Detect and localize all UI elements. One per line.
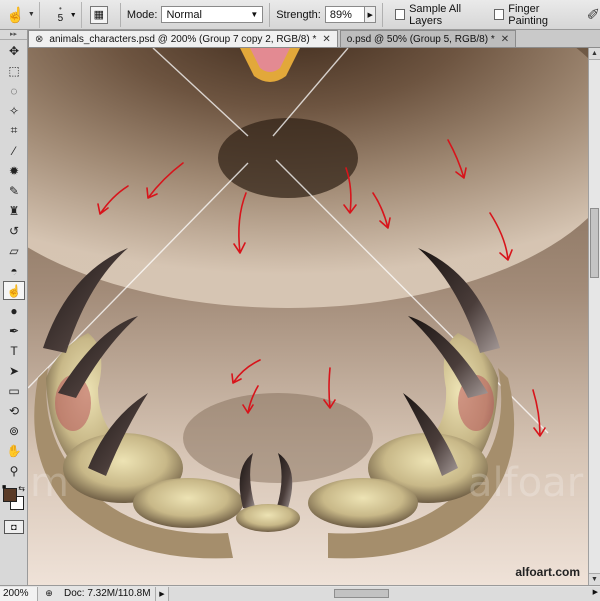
divider [269,2,271,27]
sample-all-layers-checkbox[interactable]: Sample All Layers [395,3,488,27]
close-icon[interactable]: ✕ [501,34,509,45]
watermark-right: alfoar [468,460,584,506]
brush-panel-icon: ▦ [93,9,105,21]
lower-fur-shadow [183,393,373,483]
smudge-finger-icon: ☝ [6,6,25,24]
strength-slider-toggle[interactable]: ▶ [365,6,377,23]
tab-label: o.psd @ 50% (Group 5, RGB/8) * [346,33,495,45]
fur-shadow [218,118,358,198]
status-menu-arrow-icon[interactable]: ▶ [156,590,168,598]
mode-value: Normal [166,8,202,21]
zoom-level-field[interactable]: 200% [0,586,38,601]
close-icon[interactable]: ✕ [322,34,330,45]
swap-colors-icon[interactable]: ⇆ [18,484,25,493]
quick-select-icon[interactable]: ✧ [3,101,25,120]
chevron-down-icon: ▼ [27,11,35,18]
tab-o-psd[interactable]: o.psd @ 50% (Group 5, RGB/8) * ✕ [339,30,517,47]
strength-label: Strength: [276,8,321,21]
tablet-pressure-icon[interactable]: ✐ [587,5,600,25]
watermark-left: m [30,460,69,506]
panel-grip[interactable]: ▸▸ [0,30,27,40]
mode-select[interactable]: Normal ▼ [161,6,264,23]
tab-label: animals_characters.psd @ 200% (Group 7 c… [49,33,317,45]
document-tab-bar: ⊗ animals_characters.psd @ 200% (Group 7… [28,30,600,48]
rectangle-shape-icon[interactable]: ▭ [3,381,25,400]
divider [382,2,384,27]
brush-panel-toggle-button[interactable]: ▦ [89,5,108,24]
brush-icon[interactable]: ✎ [3,181,25,200]
brush-tip-icon: • [58,4,62,13]
scroll-right-icon[interactable]: ▶ [593,588,598,596]
sample-all-layers-label: Sample All Layers [409,2,462,27]
dodge-icon[interactable]: ● [3,301,25,320]
scroll-up-icon[interactable]: ▲ [589,48,600,60]
chevron-right-icon: ▶ [367,11,373,19]
scroll-thumb[interactable] [334,588,389,598]
eraser-icon[interactable]: ▱ [3,241,25,260]
finger-painting-checkbox[interactable]: Finger Painting [494,3,574,27]
scroll-down-icon[interactable]: ▼ [589,573,600,585]
clone-stamp-icon[interactable]: ♜ [3,201,25,220]
watermark-corner: alfoart.com [515,565,580,579]
finger-painting-label: Finger Painting [508,2,548,27]
zoom-icon[interactable]: ⚲ [3,461,25,480]
document-info-icon[interactable]: ⊕ [42,587,56,601]
document-canvas[interactable]: m alfoar alfoart.com [28,48,588,585]
spot-healing-icon[interactable]: ✹ [3,161,25,180]
history-brush-icon[interactable]: ↺ [3,221,25,240]
lasso-icon[interactable]: ◌ [3,81,25,100]
color-swatches: ■ ⇆ [0,484,27,518]
strength-input[interactable]: 89% [324,6,366,23]
path-select-icon[interactable]: ➤ [3,361,25,380]
doc-size-info: Doc: 7.32M/110.8M [60,586,156,601]
options-bar: ☝ ▼ • 5 ▼ ▦ Mode: Normal ▼ Strength: 89%… [0,0,600,30]
tools-panel: ▸▸ ✥ ⬚ ◌ ✧ ⌗ ⁄ ✹ ✎ ♜ ↺ ▱ ◓ ☝ ● ✒ T ➤ ▭ ⟲… [0,30,28,585]
strength-value: 89% [329,8,352,21]
quick-mask-button[interactable]: ◘ [4,520,24,534]
checkbox-box[interactable] [494,9,505,20]
doc-size-value: Doc: 7.32M/110.8M [64,588,151,599]
pen-icon[interactable]: ✒ [3,321,25,340]
eyedropper-icon[interactable]: ⁄ [3,141,25,160]
3d-rotate-icon[interactable]: ⟲ [3,401,25,420]
chevron-down-icon: ▼ [69,11,77,19]
marquee-icon[interactable]: ⬚ [3,61,25,80]
brush-preset-picker[interactable]: • 5 ▼ [40,1,82,28]
tool-preset-picker[interactable]: ☝ ▼ [2,1,41,28]
horizontal-scrollbar[interactable]: ▶ [168,586,600,601]
mode-label: Mode: [126,8,158,21]
paint-bucket-icon[interactable]: ◓ [3,261,25,280]
close-icon[interactable]: ⊗ [35,34,43,45]
chevron-down-icon: ▼ [250,10,259,19]
move-icon[interactable]: ✥ [3,41,25,60]
smudge-icon[interactable]: ☝ [3,281,25,300]
foreground-color-swatch[interactable] [3,488,17,502]
status-bar: 200% ⊕ Doc: 7.32M/110.8M ▶ ▶ [0,585,600,601]
quick-mask-icon: ◘ [11,522,17,532]
type-icon[interactable]: T [3,341,25,360]
tab-animals-characters[interactable]: ⊗ animals_characters.psd @ 200% (Group 7… [28,30,338,47]
hand-icon[interactable]: ✋ [3,441,25,460]
scroll-thumb[interactable] [590,208,599,278]
3d-orbit-icon[interactable]: ⊚ [3,421,25,440]
brush-size-value: 5 [57,13,64,24]
zoom-level-value: 200% [3,588,29,599]
vertical-scrollbar[interactable]: ▲ ▼ [588,48,600,585]
crop-icon[interactable]: ⌗ [3,121,25,140]
divider [120,2,121,27]
checkbox-box[interactable] [395,9,406,20]
